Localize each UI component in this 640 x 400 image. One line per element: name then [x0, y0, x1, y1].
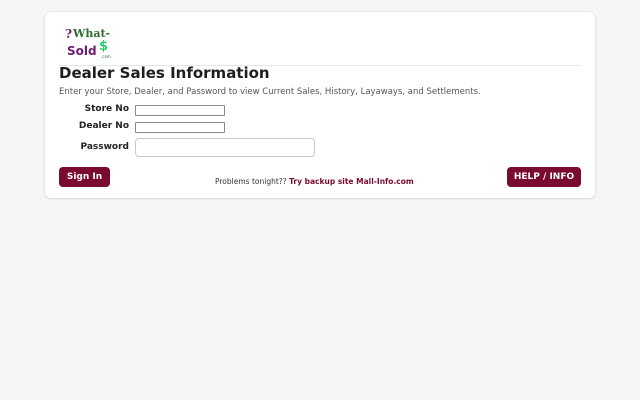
whatsold-logo[interactable]: ? What- Sold $ .com — [65, 26, 125, 62]
page-subtitle: Enter your Store, Dealer, and Password t… — [59, 87, 481, 97]
logo-image: ? What- Sold $ .com — [65, 27, 111, 59]
dealer-no-label: Dealer No — [78, 121, 129, 131]
help-info-button[interactable]: HELP / INFO — [507, 167, 581, 187]
backup-notice: Problems tonight?? Try backup site Mall-… — [215, 177, 414, 186]
store-no-input[interactable] — [135, 105, 225, 116]
logo-question-mark: ? — [65, 27, 72, 41]
dealer-no-input[interactable] — [135, 122, 225, 133]
store-no-label: Store No — [84, 104, 129, 114]
password-input[interactable] — [135, 138, 315, 157]
login-card: ? What- Sold $ .com Dealer Sales Informa… — [45, 12, 595, 198]
problems-text: Problems tonight?? — [215, 177, 287, 186]
password-label: Password — [80, 142, 129, 152]
sign-in-button[interactable]: Sign In — [59, 167, 110, 187]
logo-dollar-icon: $ — [99, 39, 108, 54]
backup-site-link[interactable]: Try backup site Mall-Info.com — [289, 177, 414, 186]
logo-com-text: .com — [101, 54, 111, 59]
page-title: Dealer Sales Information — [59, 64, 270, 82]
logo-sold-text: Sold — [67, 44, 97, 58]
